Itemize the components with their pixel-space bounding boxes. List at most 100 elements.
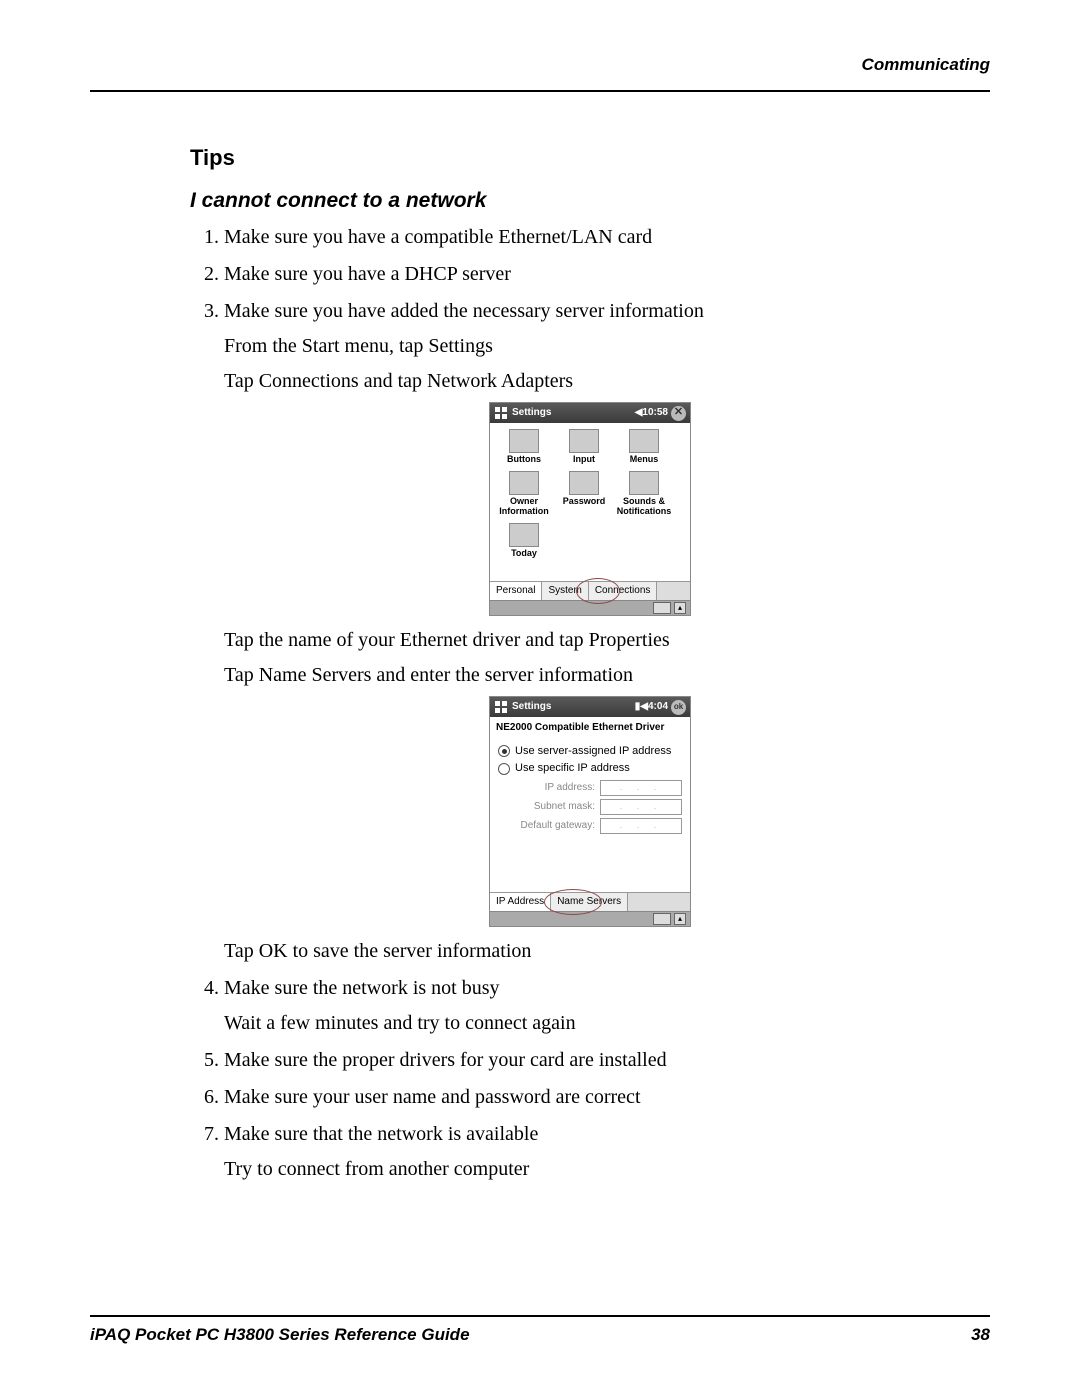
radio-icon: [498, 763, 510, 775]
field-label: IP address:: [498, 781, 595, 796]
device-titlebar: Settings ◀ 10:58 ✕: [490, 403, 690, 423]
radio-server-assigned[interactable]: Use server-assigned IP address: [498, 744, 682, 760]
step-continuation: Tap OK to save the server information: [224, 937, 990, 966]
icon-label: Input: [554, 455, 614, 465]
ip-address-input[interactable]: . . .: [600, 780, 682, 796]
radio-label: Use server-assigned IP address: [515, 744, 671, 760]
tab-connections[interactable]: Connections: [589, 582, 658, 600]
content: Tips I cannot connect to a network Make …: [190, 145, 990, 1184]
step-text: Make sure the proper drivers for your ca…: [224, 1049, 667, 1071]
start-flag-icon[interactable]: [494, 700, 508, 714]
step-continuation: Tap the name of your Ethernet driver and…: [224, 626, 990, 655]
footer: iPAQ Pocket PC H3800 Series Reference Gu…: [90, 1325, 990, 1345]
subnet-mask-input[interactable]: . . .: [600, 799, 682, 815]
start-flag-icon[interactable]: [494, 406, 508, 420]
buttons-icon: [509, 429, 539, 453]
settings-icon-today[interactable]: Today: [494, 523, 554, 559]
footer-rule: [90, 1315, 990, 1317]
ip-form: Use server-assigned IP address Use speci…: [490, 738, 690, 892]
step-text: Make sure you have a compatible Ethernet…: [224, 226, 652, 248]
menus-icon: [629, 429, 659, 453]
tab-name-servers[interactable]: Name Servers: [551, 893, 628, 911]
step-continuation: Tap Name Servers and enter the server in…: [224, 661, 990, 690]
step-continuation: Try to connect from another computer: [224, 1155, 990, 1184]
steps-list: Make sure you have a compatible Ethernet…: [190, 223, 990, 1184]
step-continuation: Tap Connections and tap Network Adapters: [224, 367, 990, 396]
field-subnet-mask: Subnet mask: . . .: [498, 799, 682, 815]
icon-label: Owner Information: [494, 497, 554, 517]
footer-guide-title: iPAQ Pocket PC H3800 Series Reference Gu…: [90, 1325, 470, 1345]
step-continuation: From the Start menu, tap Settings: [224, 332, 990, 361]
keyboard-icon[interactable]: [653, 602, 671, 614]
settings-screenshot-1: Settings ◀ 10:58 ✕ Buttons Input Menus O…: [190, 402, 990, 616]
step-7: Make sure that the network is available …: [224, 1120, 990, 1184]
panel-title: NE2000 Compatible Ethernet Driver: [490, 717, 690, 738]
settings-icon-input[interactable]: Input: [554, 429, 614, 465]
speaker-icon[interactable]: ◀: [640, 700, 648, 715]
step-3: Make sure you have added the necessary s…: [224, 297, 990, 966]
step-1: Make sure you have a compatible Ethernet…: [224, 223, 990, 252]
field-label: Subnet mask:: [498, 800, 595, 815]
field-ip-address: IP address: . . .: [498, 780, 682, 796]
step-text: Make sure the network is not busy: [224, 977, 500, 999]
input-icon: [569, 429, 599, 453]
settings-icon-sounds[interactable]: Sounds & Notifications: [614, 471, 674, 517]
default-gateway-input[interactable]: . . .: [600, 818, 682, 834]
field-label: Default gateway:: [498, 819, 595, 834]
field-default-gateway: Default gateway: . . .: [498, 818, 682, 834]
ip-tabs: IP Address Name Servers: [490, 892, 690, 911]
tab-ip-address[interactable]: IP Address: [490, 893, 551, 911]
titlebar-title: Settings: [512, 406, 551, 421]
step-6: Make sure your user name and password ar…: [224, 1083, 990, 1112]
settings-screenshot-2: Settings ▮ ◀ 4:04 ok NE2000 Compatible E…: [190, 696, 990, 927]
icon-label: Password: [554, 497, 614, 507]
radio-specific-ip[interactable]: Use specific IP address: [498, 761, 682, 777]
radio-label: Use specific IP address: [515, 761, 630, 777]
settings-icon-owner-info[interactable]: Owner Information: [494, 471, 554, 517]
tab-system[interactable]: System: [542, 582, 588, 600]
step-text: Make sure your user name and password ar…: [224, 1086, 641, 1108]
step-text: Make sure you have a DHCP server: [224, 263, 511, 285]
settings-icon-menus[interactable]: Menus: [614, 429, 674, 465]
step-2: Make sure you have a DHCP server: [224, 260, 990, 289]
settings-icon-buttons[interactable]: Buttons: [494, 429, 554, 465]
arrow-up-icon[interactable]: ▴: [674, 602, 686, 614]
sounds-icon: [629, 471, 659, 495]
icon-label: Menus: [614, 455, 674, 465]
radio-icon: [498, 745, 510, 757]
owner-info-icon: [509, 471, 539, 495]
today-icon: [509, 523, 539, 547]
clock-text: 4:04: [648, 700, 668, 715]
device-statusbar: ▴: [490, 911, 690, 926]
settings-tabs: Personal System Connections: [490, 581, 690, 600]
running-header: Communicating: [862, 55, 990, 75]
icon-label: Buttons: [494, 455, 554, 465]
device-screen: Settings ◀ 10:58 ✕ Buttons Input Menus O…: [489, 402, 691, 616]
step-5: Make sure the proper drivers for your ca…: [224, 1046, 990, 1075]
clock-text: 10:58: [642, 406, 668, 421]
step-continuation: Wait a few minutes and try to connect ag…: [224, 1009, 990, 1038]
page: Communicating Tips I cannot connect to a…: [0, 0, 1080, 1397]
step-text: Make sure that the network is available: [224, 1123, 538, 1145]
icon-label: Sounds & Notifications: [614, 497, 674, 517]
tips-heading: Tips: [190, 145, 990, 171]
step-text: Make sure you have added the necessary s…: [224, 300, 704, 322]
subheading: I cannot connect to a network: [190, 189, 990, 213]
footer-page-number: 38: [971, 1325, 990, 1345]
step-4: Make sure the network is not busy Wait a…: [224, 974, 990, 1038]
header-rule: [90, 90, 990, 92]
device-titlebar: Settings ▮ ◀ 4:04 ok: [490, 697, 690, 717]
ok-button[interactable]: ok: [671, 700, 686, 715]
icon-label: Today: [494, 549, 554, 559]
arrow-up-icon[interactable]: ▴: [674, 913, 686, 925]
device-screen: Settings ▮ ◀ 4:04 ok NE2000 Compatible E…: [489, 696, 691, 927]
device-statusbar: ▴: [490, 600, 690, 615]
keyboard-icon[interactable]: [653, 913, 671, 925]
titlebar-title: Settings: [512, 700, 551, 715]
tab-personal[interactable]: Personal: [490, 582, 542, 600]
close-icon[interactable]: ✕: [671, 406, 686, 421]
speaker-icon[interactable]: ◀: [635, 406, 643, 421]
password-icon: [569, 471, 599, 495]
settings-icon-password[interactable]: Password: [554, 471, 614, 517]
settings-icon-grid: Buttons Input Menus Owner Information Pa…: [490, 423, 690, 581]
